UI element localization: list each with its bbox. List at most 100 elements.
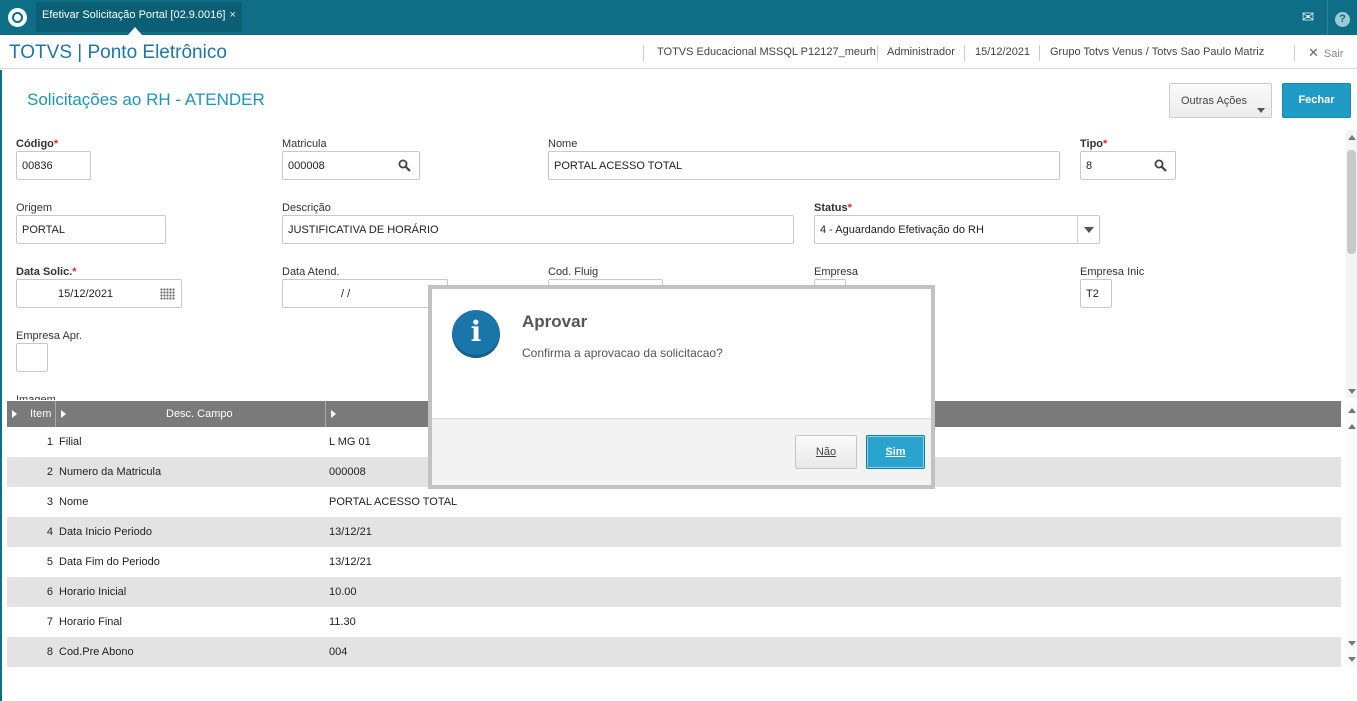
top-bar: Efetivar Solicitação Portal [02.9.0016] ×… <box>0 0 1357 35</box>
status-select[interactable]: 4 - Aguardando Efetivação do RH <box>814 215 1100 244</box>
row-value: 11.30 <box>329 616 356 628</box>
sim-button[interactable]: Sim <box>866 435 925 469</box>
fechar-button[interactable]: Fechar <box>1282 83 1351 118</box>
dialog-title: Aprovar <box>522 312 588 331</box>
tab-close-icon[interactable]: × <box>229 9 235 21</box>
scroll-top-icon[interactable] <box>1348 408 1356 413</box>
company-label: Grupo Totvs Venus / Totvs Sao Paulo Matr… <box>1050 46 1265 58</box>
table-row[interactable]: 3 Nome PORTAL ACESSO TOTAL <box>7 487 1341 517</box>
origem-label: Origem <box>16 202 53 214</box>
table-row[interactable]: 4 Data Inicio Periodo 13/12/21 <box>7 517 1341 547</box>
left-accent-line <box>0 70 2 701</box>
empresa-inic-label: Empresa Inic <box>1080 266 1145 278</box>
environment-label: TOTVS Educacional MSSQL P12127_meurh <box>657 46 876 58</box>
column-header-desc-campo[interactable]: Desc. Campo <box>56 401 326 427</box>
app-header: TOTVS | Ponto Eletrônico TOTVS Educacion… <box>0 37 1357 69</box>
origem-field[interactable]: PORTAL <box>16 215 166 244</box>
header-divider <box>643 45 644 61</box>
header-divider <box>1294 45 1295 61</box>
info-icon: i <box>452 310 500 358</box>
cod-fluig-label: Cod. Fluig <box>548 266 599 278</box>
tipo-label: Tipo* <box>1080 138 1108 150</box>
close-icon: ✕ <box>1308 45 1319 60</box>
chevron-down-icon[interactable] <box>1077 216 1099 243</box>
data-solic-value: 15/12/2021 <box>58 288 114 300</box>
row-item-number: 5 <box>46 556 53 568</box>
row-value: 13/12/21 <box>329 526 372 538</box>
nome-field[interactable]: PORTAL ACESSO TOTAL <box>548 151 1060 180</box>
header-divider <box>964 45 965 61</box>
user-label: Administrador <box>887 46 955 58</box>
scroll-up-icon[interactable] <box>1348 424 1356 429</box>
descricao-field[interactable]: JUSTIFICATIVA DE HORÁRIO <box>282 215 794 244</box>
page-title: Solicitações ao RH - ATENDER <box>27 90 265 109</box>
outras-acoes-button[interactable]: Outras Ações <box>1169 83 1272 118</box>
header-divider <box>1039 45 1040 61</box>
row-value: 10.00 <box>329 586 357 598</box>
column-header-item[interactable]: Item <box>7 401 56 427</box>
codigo-field[interactable]: 00836 <box>16 151 91 180</box>
row-desc-campo: Horario Inicial <box>59 586 127 598</box>
row-item-number: 4 <box>46 526 53 538</box>
calendar-icon[interactable] <box>160 288 175 300</box>
empresa-apr-field[interactable] <box>16 343 48 372</box>
aprovar-dialog: i Aprovar Confirma a aprovacao da solici… <box>428 285 935 489</box>
search-icon[interactable] <box>398 159 411 172</box>
table-row[interactable]: 6 Horario Inicial 10.00 <box>7 577 1341 607</box>
expand-icon <box>61 410 66 418</box>
exit-button[interactable]: ✕ Sair <box>1308 45 1343 61</box>
dialog-footer: Não Sim <box>432 418 931 485</box>
matricula-field[interactable]: 000008 <box>282 151 420 180</box>
dialog-message: Confirma a aprovacao da solicitacao? <box>522 346 723 360</box>
search-icon[interactable] <box>1154 159 1167 172</box>
row-desc-campo: Numero da Matricula <box>59 466 162 478</box>
app-title: TOTVS | Ponto Eletrônico <box>9 42 227 63</box>
data-atend-field[interactable]: / / <box>282 279 448 308</box>
row-desc-campo: Data Fim do Periodo <box>59 556 160 568</box>
scroll-thumb[interactable] <box>1347 150 1356 254</box>
mail-icon[interactable]: ✉ <box>1293 0 1323 35</box>
scroll-down-icon[interactable] <box>1348 641 1356 646</box>
data-atend-label: Data Atend. <box>282 266 340 278</box>
help-button[interactable]: ? <box>1327 0 1357 35</box>
dialog-body: i Aprovar Confirma a aprovacao da solici… <box>432 289 931 418</box>
header-divider <box>877 45 878 61</box>
matricula-label: Matricula <box>282 138 327 150</box>
scroll-up-icon[interactable] <box>1348 135 1356 140</box>
table-row[interactable]: 5 Data Fim do Periodo 13/12/21 <box>7 547 1341 577</box>
expand-icon <box>12 410 17 418</box>
grid-scrollbar[interactable] <box>1346 402 1357 668</box>
row-item-number: 6 <box>46 586 53 598</box>
row-item-number: 2 <box>46 466 53 478</box>
tipo-field[interactable]: 8 <box>1080 151 1176 180</box>
row-value: 13/12/21 <box>329 556 372 568</box>
table-row[interactable]: 8 Cod.Pre Abono 004 <box>7 637 1341 667</box>
row-desc-campo: Nome <box>59 496 89 508</box>
imagem-label: Imagem <box>16 394 56 400</box>
empresa-apr-label: Empresa Apr. <box>16 330 83 342</box>
row-value: 004 <box>329 646 348 658</box>
nome-label: Nome <box>548 138 578 150</box>
help-icon: ? <box>1335 12 1350 27</box>
expand-icon <box>331 410 336 418</box>
row-item-number: 1 <box>46 436 53 448</box>
data-solic-field[interactable]: 15/12/2021 <box>16 279 182 308</box>
scroll-down-icon[interactable] <box>1348 389 1356 394</box>
row-value: PORTAL ACESSO TOTAL <box>329 496 458 508</box>
row-item-number: 3 <box>46 496 53 508</box>
empresa-inic-field[interactable]: T2 <box>1080 279 1112 308</box>
tipo-value: 8 <box>1086 160 1093 172</box>
chevron-down-icon <box>1257 108 1265 113</box>
form-scrollbar[interactable] <box>1346 130 1357 398</box>
tab-label: Efetivar Solicitação Portal [02.9.0016] <box>42 9 226 21</box>
nao-button[interactable]: Não <box>795 435 857 469</box>
table-row[interactable]: 7 Horario Final 11.30 <box>7 607 1341 637</box>
date-label: 15/12/2021 <box>975 46 1031 58</box>
row-value: 000008 <box>329 466 366 478</box>
status-value: 4 - Aguardando Efetivação do RH <box>820 224 984 236</box>
exit-label: Sair <box>1323 48 1344 60</box>
tab-pointer <box>128 27 142 35</box>
scroll-bottom-icon[interactable] <box>1348 657 1356 662</box>
row-desc-campo: Horario Final <box>59 616 122 628</box>
totvs-logo-icon[interactable] <box>8 8 27 27</box>
